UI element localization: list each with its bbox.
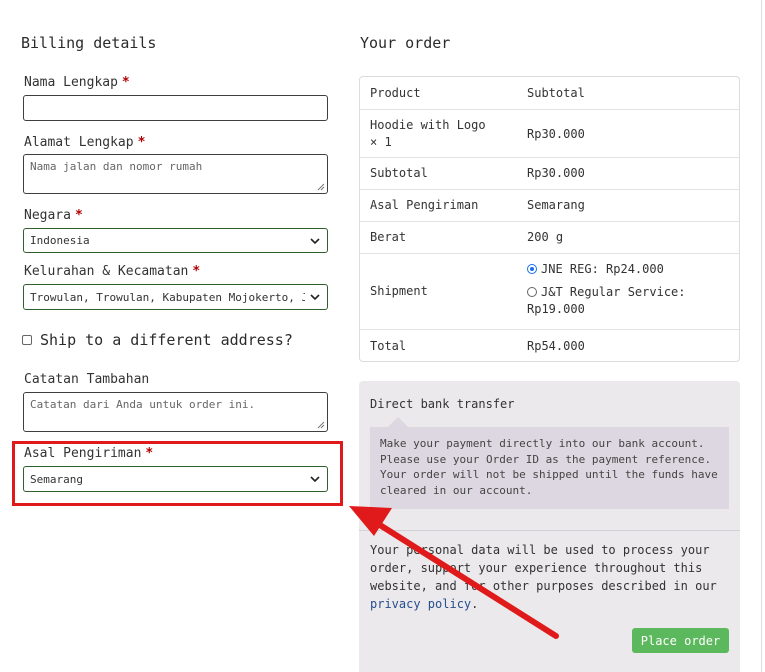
highlight-box — [12, 441, 343, 506]
shipment-option-jnt-price: Rp19.000 — [527, 302, 585, 316]
item-price: Rp30.000 — [527, 127, 585, 141]
order-heading: Your order — [360, 34, 451, 52]
required-mark: * — [137, 135, 146, 150]
notes-label: Catatan Tambahan — [24, 372, 150, 387]
payment-box-caret — [388, 417, 408, 427]
ship-different-label: Ship to a different address? — [40, 331, 293, 349]
district-select[interactable]: Trowulan, Trowulan, Kabupaten Mojokerto,… — [23, 284, 328, 310]
required-mark: * — [192, 264, 201, 279]
subtotal-value: Rp30.000 — [527, 166, 585, 180]
radio-unselected[interactable] — [527, 287, 537, 297]
table-row: Shipment JNE REG: Rp24.000 J&T Regular S… — [360, 253, 739, 329]
address-label: Alamat Lengkap * — [24, 135, 146, 150]
origin-row-value: Semarang — [527, 198, 585, 212]
table-row: Hoodie with Logo × 1 Rp30.000 — [360, 109, 739, 157]
required-mark: * — [74, 208, 83, 223]
item-name: Hoodie with Logo × 1 — [370, 118, 486, 149]
name-input[interactable] — [23, 95, 328, 121]
resize-grip-icon[interactable] — [317, 183, 325, 191]
ship-different-checkbox[interactable] — [22, 335, 32, 345]
shipment-option-jnt[interactable]: J&T Regular Service: — [527, 285, 686, 299]
chevron-down-icon — [310, 294, 320, 301]
table-row: Asal Pengiriman Semarang — [360, 189, 739, 221]
col-product-header: Product — [370, 86, 421, 100]
origin-row-label: Asal Pengiriman — [370, 198, 479, 212]
required-mark: * — [121, 75, 130, 90]
table-row: Subtotal Rp30.000 — [360, 157, 739, 189]
place-order-button[interactable]: Place order — [632, 628, 729, 653]
table-row: Berat 200 g — [360, 221, 739, 253]
notes-textarea[interactable]: Catatan dari Anda untuk order ini. — [23, 392, 328, 432]
col-subtotal-header: Subtotal — [527, 86, 585, 100]
shipment-label: Shipment — [370, 284, 428, 298]
payment-section: Direct bank transfer Make your payment d… — [359, 381, 740, 672]
notes-placeholder: Catatan dari Anda untuk order ini. — [30, 398, 256, 411]
resize-grip-icon[interactable] — [317, 421, 325, 429]
total-label: Total — [370, 339, 407, 353]
table-header-row: Product Subtotal — [360, 77, 739, 109]
weight-value: 200 g — [527, 230, 564, 244]
chevron-down-icon — [310, 237, 320, 244]
address-placeholder: Nama jalan dan nomor rumah — [30, 160, 203, 173]
payment-description: Make your payment directly into our bank… — [380, 437, 718, 497]
table-row: Total Rp54.000 — [360, 329, 739, 362]
payment-description-box: Make your payment directly into our bank… — [370, 417, 729, 509]
district-label: Kelurahan & Kecamatan * — [24, 264, 201, 279]
weight-label: Berat — [370, 230, 407, 244]
country-label: Negara * — [24, 208, 83, 223]
radio-selected[interactable] — [527, 264, 537, 274]
privacy-notice: Your personal data will be used to proce… — [370, 543, 717, 611]
country-select[interactable]: Indonesia — [23, 228, 328, 253]
billing-heading: Billing details — [21, 34, 157, 52]
name-label: Nama Lengkap * — [24, 75, 130, 90]
ship-different-row[interactable]: Ship to a different address? — [22, 331, 293, 349]
country-value: Indonesia — [30, 234, 90, 247]
privacy-policy-link[interactable]: privacy policy — [370, 597, 471, 611]
payment-divider — [359, 530, 740, 531]
shipment-option-jne[interactable]: JNE REG: Rp24.000 — [527, 262, 664, 276]
total-value: Rp54.000 — [527, 339, 585, 353]
subtotal-label: Subtotal — [370, 166, 428, 180]
order-review-table: Product Subtotal Hoodie with Logo × 1 Rp3… — [359, 76, 740, 362]
payment-method-title[interactable]: Direct bank transfer — [370, 397, 515, 411]
address-textarea[interactable]: Nama jalan dan nomor rumah — [23, 154, 328, 194]
district-value: Trowulan, Trowulan, Kabupaten Mojokerto,… — [30, 290, 305, 304]
page-edge-divider — [761, 0, 762, 672]
